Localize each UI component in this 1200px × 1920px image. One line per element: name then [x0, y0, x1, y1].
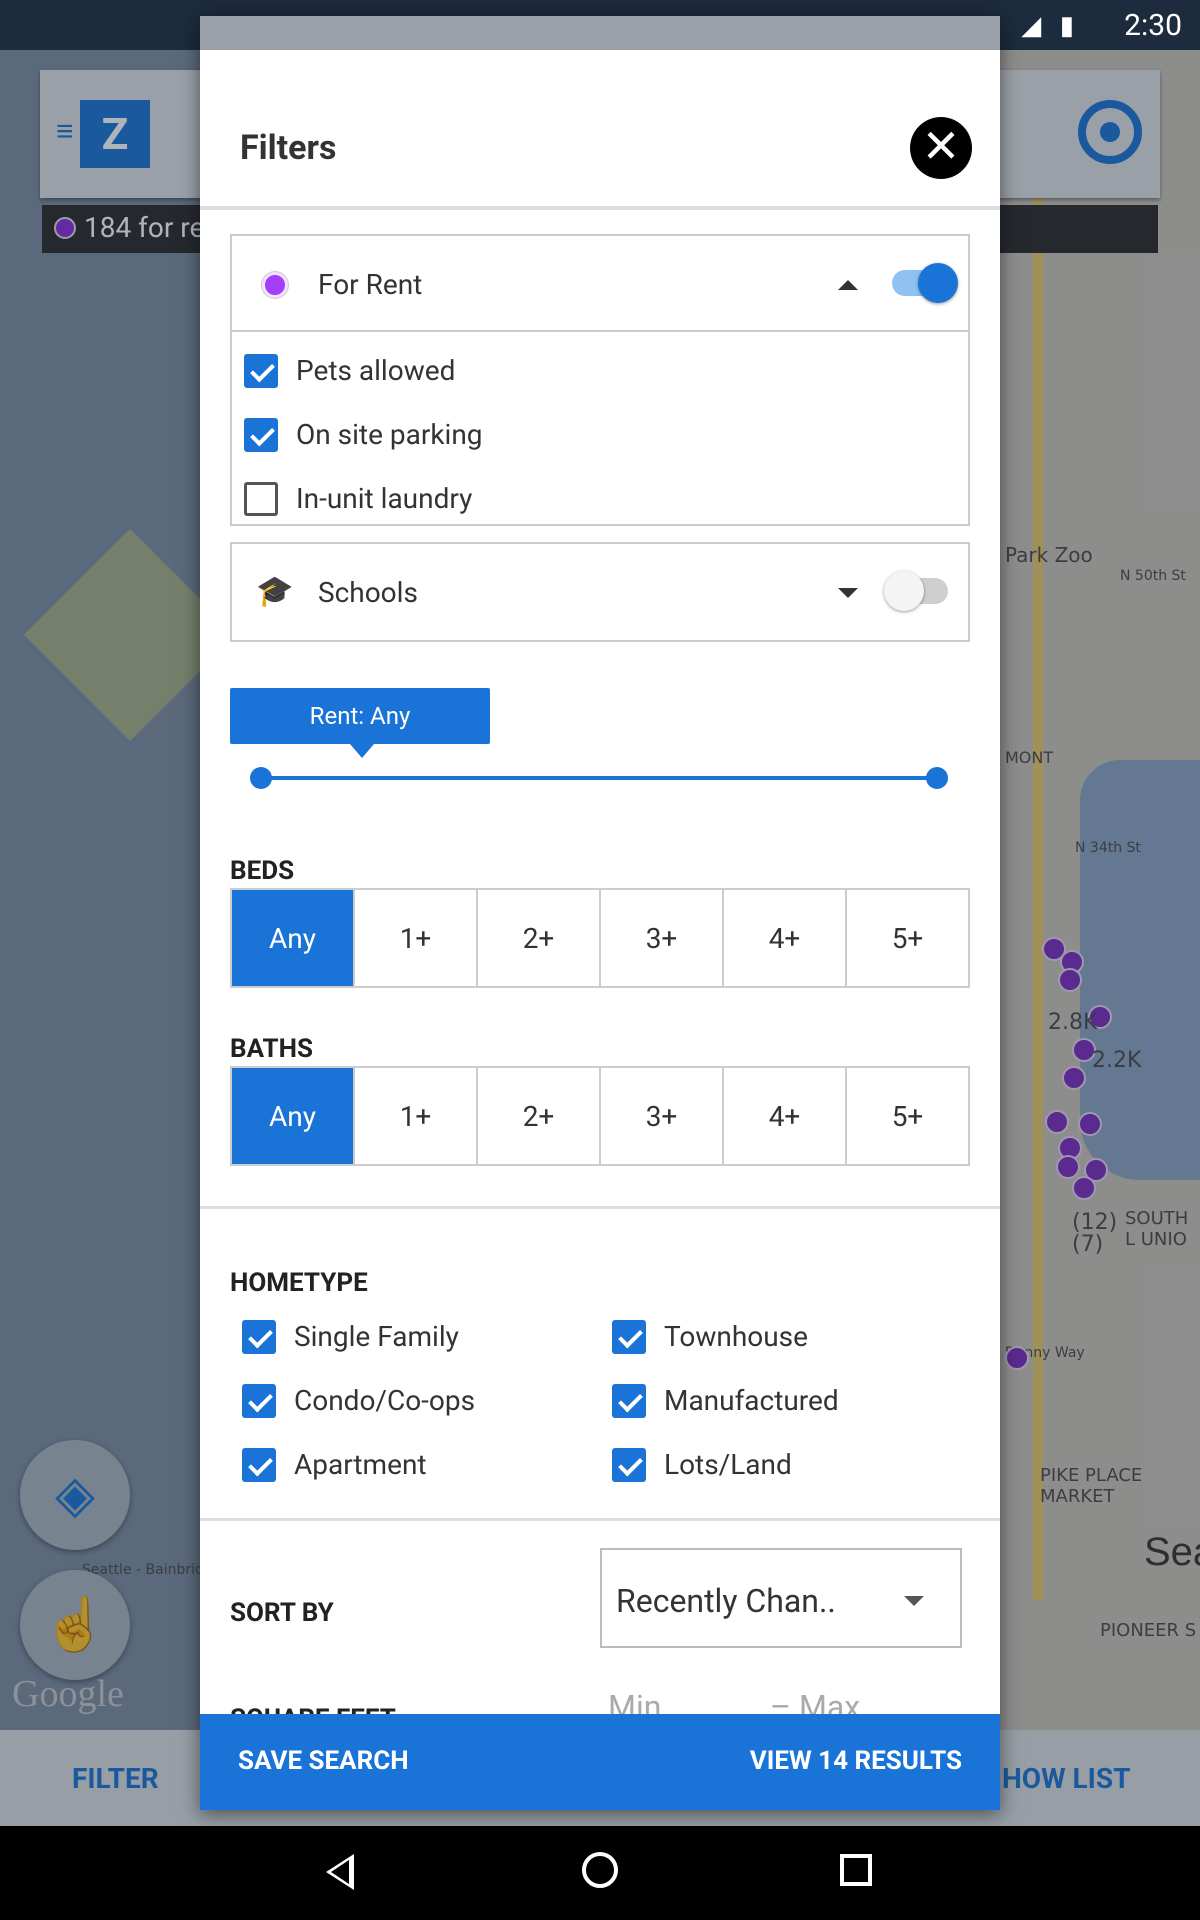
apartment-label: Apartment	[294, 1448, 427, 1481]
filters-dialog: Filters ✕ For Rent Pets allowed On site …	[200, 16, 1000, 1810]
beds-option-any[interactable]: Any	[232, 890, 355, 986]
system-nav-bar	[0, 1826, 1200, 1920]
divider	[200, 1206, 1000, 1209]
divider	[200, 1518, 1000, 1521]
baths-option-4[interactable]: 4+	[724, 1068, 847, 1164]
pets-allowed-checkbox[interactable]	[244, 354, 278, 388]
toggle-knob	[884, 571, 924, 611]
baths-option-1[interactable]: 1+	[355, 1068, 478, 1164]
baths-option-5[interactable]: 5+	[847, 1068, 968, 1164]
baths-option-any[interactable]: Any	[232, 1068, 355, 1164]
lots-land-label: Lots/Land	[664, 1448, 792, 1481]
collapse-arrow-icon[interactable]	[838, 280, 858, 290]
for-rent-section: For Rent Pets allowed On site parking In…	[230, 234, 970, 526]
beds-option-4[interactable]: 4+	[724, 890, 847, 986]
hometype-label: HOMETYPE	[230, 1268, 368, 1298]
sort-by-value: Recently Chan..	[616, 1582, 836, 1620]
manufactured-label: Manufactured	[664, 1384, 839, 1417]
close-icon: ✕	[921, 120, 961, 174]
on-site-parking-checkbox[interactable]	[244, 418, 278, 452]
beds-option-1[interactable]: 1+	[355, 890, 478, 986]
dialog-footer: SAVE SEARCH VIEW 14 RESULTS	[200, 1714, 1000, 1810]
schools-section[interactable]: 🎓 Schools	[230, 542, 970, 642]
close-button[interactable]: ✕	[910, 117, 972, 179]
dropdown-arrow-icon	[904, 1596, 924, 1606]
status-time: 2:30	[1124, 8, 1182, 43]
in-unit-laundry-label: In-unit laundry	[296, 482, 473, 515]
in-unit-laundry-checkbox[interactable]	[244, 482, 278, 516]
toggle-knob	[918, 263, 958, 303]
expand-arrow-icon[interactable]	[838, 588, 858, 598]
for-rent-dot-icon	[262, 272, 288, 298]
beds-option-2[interactable]: 2+	[478, 890, 601, 986]
dialog-header: Filters ✕	[200, 50, 1000, 210]
baths-selector: Any 1+ 2+ 3+ 4+ 5+	[230, 1066, 970, 1166]
single-family-checkbox[interactable]	[242, 1320, 276, 1354]
rent-range-tooltip: Rent: Any	[230, 688, 490, 758]
dialog-top-strip	[200, 16, 1000, 50]
back-icon[interactable]	[326, 1854, 354, 1890]
manufactured-checkbox[interactable]	[612, 1384, 646, 1418]
on-site-parking-label: On site parking	[296, 418, 483, 451]
graduation-cap-icon: 🎓	[256, 574, 294, 609]
baths-option-2[interactable]: 2+	[478, 1068, 601, 1164]
condo-label: Condo/Co-ops	[294, 1384, 476, 1417]
view-results-button[interactable]: VIEW 14 RESULTS	[750, 1746, 962, 1776]
single-family-label: Single Family	[294, 1320, 459, 1353]
recent-apps-icon[interactable]	[840, 1854, 872, 1886]
rent-slider-track[interactable]	[260, 776, 936, 780]
apartment-checkbox[interactable]	[242, 1448, 276, 1482]
townhouse-checkbox[interactable]	[612, 1320, 646, 1354]
baths-option-3[interactable]: 3+	[601, 1068, 724, 1164]
beds-label: BEDS	[230, 856, 295, 886]
sort-by-dropdown[interactable]: Recently Chan..	[600, 1548, 962, 1648]
home-icon[interactable]	[582, 1852, 618, 1888]
beds-option-3[interactable]: 3+	[601, 890, 724, 986]
dialog-title: Filters	[240, 128, 337, 168]
sort-by-label: SORT BY	[230, 1598, 334, 1628]
beds-selector: Any 1+ 2+ 3+ 4+ 5+	[230, 888, 970, 988]
schools-toggle[interactable]	[884, 571, 948, 611]
townhouse-label: Townhouse	[664, 1320, 808, 1353]
pets-allowed-label: Pets allowed	[296, 354, 456, 387]
lots-land-checkbox[interactable]	[612, 1448, 646, 1482]
rent-slider-max-handle[interactable]	[926, 767, 948, 789]
save-search-button[interactable]: SAVE SEARCH	[238, 1746, 409, 1776]
rent-slider-min-handle[interactable]	[250, 767, 272, 789]
for-rent-header[interactable]: For Rent	[232, 236, 968, 332]
for-rent-label: For Rent	[318, 268, 423, 301]
beds-option-5[interactable]: 5+	[847, 890, 968, 986]
baths-label: BATHS	[230, 1034, 313, 1064]
schools-label: Schools	[318, 576, 418, 609]
condo-checkbox[interactable]	[242, 1384, 276, 1418]
for-rent-toggle[interactable]	[892, 263, 958, 303]
